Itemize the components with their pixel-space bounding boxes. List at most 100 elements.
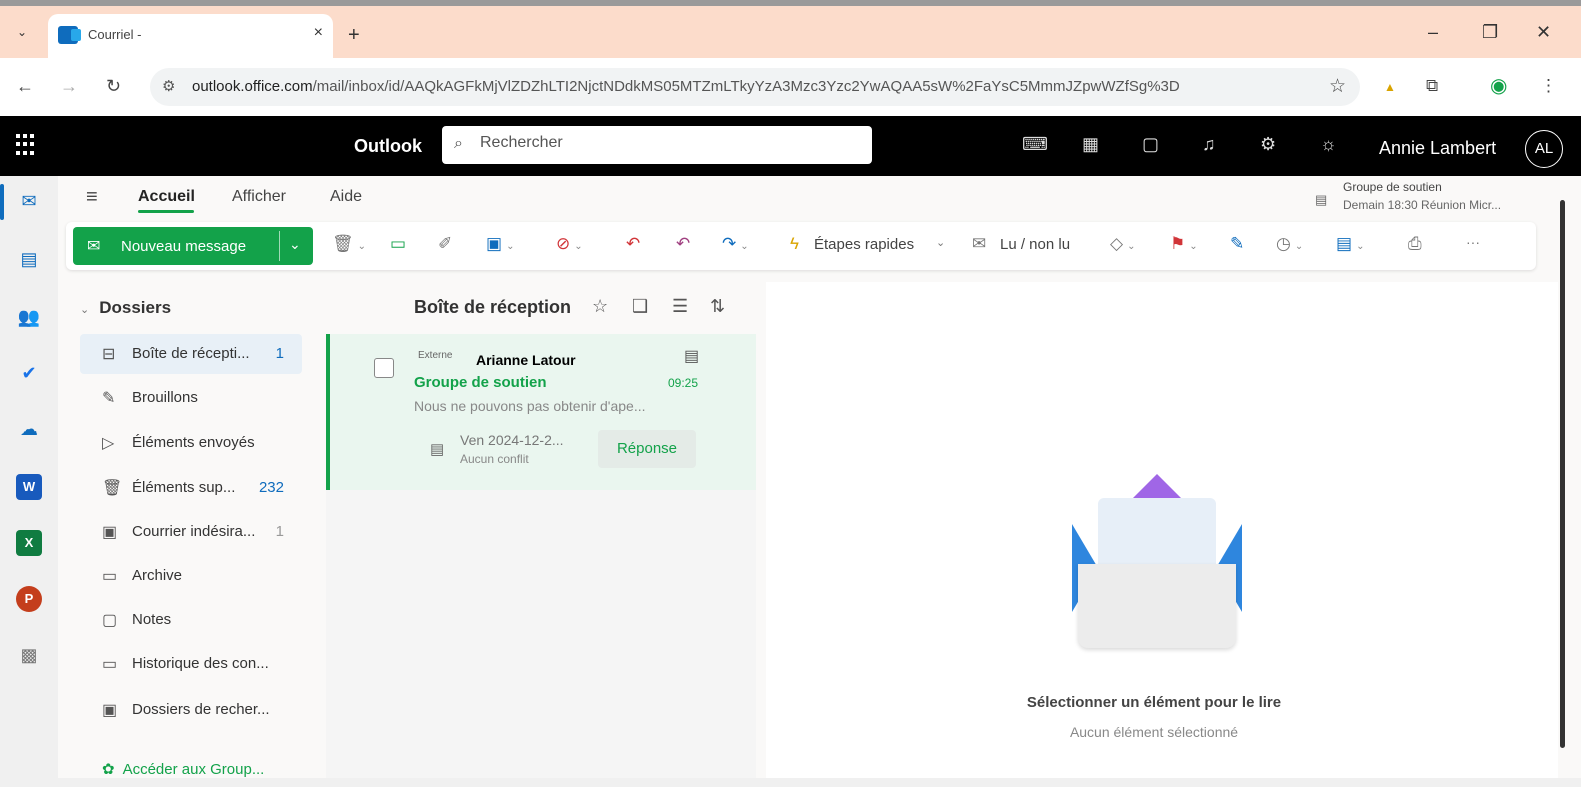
print-icon[interactable]: ⎙: [1408, 234, 1422, 254]
folder-sent[interactable]: ▷ Éléments envoyés: [80, 423, 302, 463]
move-to-folder-icon[interactable]: ▣ ⌄: [486, 234, 514, 254]
office-apps-icon[interactable]: ▦: [1082, 134, 1099, 155]
user-name[interactable]: Annie Lambert: [1379, 138, 1496, 159]
extension-alert-icon[interactable]: ▲: [1384, 80, 1396, 94]
select-mode-icon[interactable]: ❑: [632, 296, 648, 317]
more-apps-icon[interactable]: ▩: [16, 642, 42, 668]
teams-chat-icon[interactable]: ⌨: [1022, 134, 1048, 155]
tab-afficher[interactable]: Afficher: [232, 188, 286, 206]
folder-conversation-history[interactable]: ▭ Historique des con...: [80, 644, 302, 684]
inbox-icon: ⊟: [102, 346, 116, 363]
read-unread-button[interactable]: Lu / non lu: [1000, 236, 1070, 253]
collapse-chevron-icon[interactable]: ⌄: [80, 304, 89, 316]
quick-steps-button[interactable]: Étapes rapides: [814, 236, 914, 253]
folder-inbox[interactable]: ⊟ Boîte de récepti... 1: [80, 334, 302, 374]
url-field[interactable]: ⚙ outlook.office.com/mail/inbox/id/AAQkA…: [150, 68, 1360, 106]
new-tab-button[interactable]: +: [348, 24, 360, 47]
active-tab-underline: [138, 210, 194, 213]
quick-steps-icon[interactable]: ϟ: [790, 234, 799, 254]
site-settings-icon[interactable]: ⚙: [162, 77, 175, 95]
browser-tab[interactable]: Courriel - ×: [48, 14, 333, 58]
list-item[interactable]: Externe Arianne Latour ▤ Groupe de souti…: [326, 334, 756, 490]
extensions-puzzle-icon[interactable]: ⧉: [1426, 76, 1438, 96]
todo-check-icon[interactable]: ✔: [16, 360, 42, 386]
tab-accueil[interactable]: Accueil: [138, 188, 195, 206]
command-toolbar: ✉ Nouveau message ⌄ 🗑 ⌄ ▭ ✐ ▣ ⌄ ⊘ ⌄ ↶ ↶ ↷ ⌄ …: [66, 222, 1536, 270]
excel-icon[interactable]: X: [16, 530, 42, 556]
minimize-icon[interactable]: –: [1428, 22, 1438, 43]
rsvp-reply-button[interactable]: Réponse: [598, 430, 696, 468]
folder-archive[interactable]: ▭ Archive: [80, 556, 302, 596]
rail-selected-indicator: [0, 184, 4, 220]
folder-junk[interactable]: ▣ Courrier indésira... 1: [80, 512, 302, 552]
word-icon[interactable]: W: [16, 474, 42, 500]
quick-steps-dropdown-icon[interactable]: ⌄: [936, 236, 945, 249]
sweep-broom-icon[interactable]: ✐: [438, 234, 452, 254]
hamburger-menu-icon[interactable]: ≡: [86, 186, 98, 209]
message-list: Boîte de réception ☆ ❑ ☰ ⇅ Externe Arian…: [326, 282, 756, 787]
read-unread-envelope-icon[interactable]: ✉: [972, 234, 986, 254]
bookmark-star-icon[interactable]: ☆: [1329, 75, 1346, 98]
inbox-title: Boîte de réception: [414, 297, 572, 317]
tab-aide[interactable]: Aide: [330, 188, 362, 206]
split-separator: [279, 231, 280, 261]
calendar-icon[interactable]: ▤: [16, 246, 42, 272]
pin-icon[interactable]: ✎: [1230, 234, 1244, 254]
back-icon[interactable]: ←: [16, 76, 34, 97]
mail-icon[interactable]: ✉: [16, 188, 42, 214]
empty-state-subtitle: Aucun élément sélectionné: [1069, 724, 1239, 740]
tab-close-icon[interactable]: ×: [314, 24, 323, 42]
tab-search-chevron-icon[interactable]: ⌄: [10, 20, 34, 44]
rules-icon[interactable]: ▤ ⌄: [1336, 234, 1364, 254]
avatar[interactable]: AL: [1525, 130, 1563, 168]
calendar-small-icon: ▤: [1315, 192, 1328, 207]
reply-icon[interactable]: ↶: [626, 234, 640, 254]
reply-all-icon[interactable]: ↶: [676, 234, 690, 254]
empty-mailbox-illustration: [1072, 472, 1242, 652]
vertical-scrollbar[interactable]: [1560, 200, 1565, 748]
powerpoint-icon[interactable]: P: [16, 586, 42, 612]
folder-search-folders[interactable]: ▣ Dossiers de recher...: [80, 690, 302, 730]
snooze-clock-icon[interactable]: ◷ ⌄: [1276, 234, 1303, 254]
message-checkbox[interactable]: [374, 358, 394, 378]
browser-menu-icon[interactable]: ⋮: [1540, 76, 1557, 96]
tips-lightbulb-icon[interactable]: ☼: [1320, 134, 1337, 155]
search-box[interactable]: ⌕: [442, 126, 872, 164]
reload-icon[interactable]: ↻: [106, 76, 121, 97]
folders-header[interactable]: ⌄ Dossiers: [80, 298, 171, 318]
tag-icon[interactable]: ◇ ⌄: [1110, 234, 1135, 254]
new-message-dropdown-icon[interactable]: ⌄: [289, 236, 301, 253]
search-input[interactable]: [480, 134, 850, 152]
profile-icon[interactable]: ◉: [1490, 73, 1507, 98]
flag-icon[interactable]: ⚑ ⌄: [1170, 234, 1198, 254]
restore-icon[interactable]: ❐: [1482, 22, 1498, 43]
event-conflict-status: Aucun conflit: [460, 452, 529, 466]
app-launcher-icon[interactable]: [16, 134, 38, 156]
sort-icon[interactable]: ⇅: [710, 296, 725, 317]
event-calendar-icon: ▤: [430, 441, 445, 458]
favorite-star-icon[interactable]: ☆: [592, 296, 608, 317]
new-message-button[interactable]: ✉ Nouveau message ⌄: [73, 227, 313, 265]
window-close-icon[interactable]: ✕: [1536, 22, 1551, 43]
external-tag: Externe: [418, 350, 453, 361]
filter-icon[interactable]: ☰: [672, 296, 688, 317]
settings-gear-icon[interactable]: ⚙: [1260, 134, 1276, 155]
upcoming-event-reminder[interactable]: ▤ Groupe de soutien Demain 18:30 Réunion…: [1315, 178, 1545, 218]
onedrive-cloud-icon[interactable]: ☁: [16, 416, 42, 442]
folder-drafts[interactable]: ✎ Brouillons: [80, 378, 302, 418]
forward-icon[interactable]: →: [60, 76, 78, 97]
notifications-bell-icon[interactable]: ♫: [1202, 134, 1216, 155]
search-folder-icon: ▣: [102, 702, 118, 719]
go-to-groups-link[interactable]: ✿ Accéder aux Group...: [102, 760, 264, 778]
delete-icon[interactable]: 🗑 ⌄: [332, 234, 366, 254]
forward-mail-icon[interactable]: ↷ ⌄: [722, 234, 749, 254]
people-icon[interactable]: 👥: [16, 304, 42, 330]
folder-deleted[interactable]: 🗑 Éléments sup... 232: [80, 468, 302, 508]
archive-icon[interactable]: ▭: [390, 234, 406, 254]
event-date: Ven 2024-12-2...: [460, 432, 564, 448]
report-icon[interactable]: ⊘ ⌄: [556, 234, 583, 254]
more-options-icon[interactable]: ···: [1466, 234, 1480, 250]
folder-icon: ▭: [102, 656, 118, 673]
folder-notes[interactable]: ▢ Notes: [80, 600, 302, 640]
my-day-icon[interactable]: ▢: [1142, 134, 1159, 155]
